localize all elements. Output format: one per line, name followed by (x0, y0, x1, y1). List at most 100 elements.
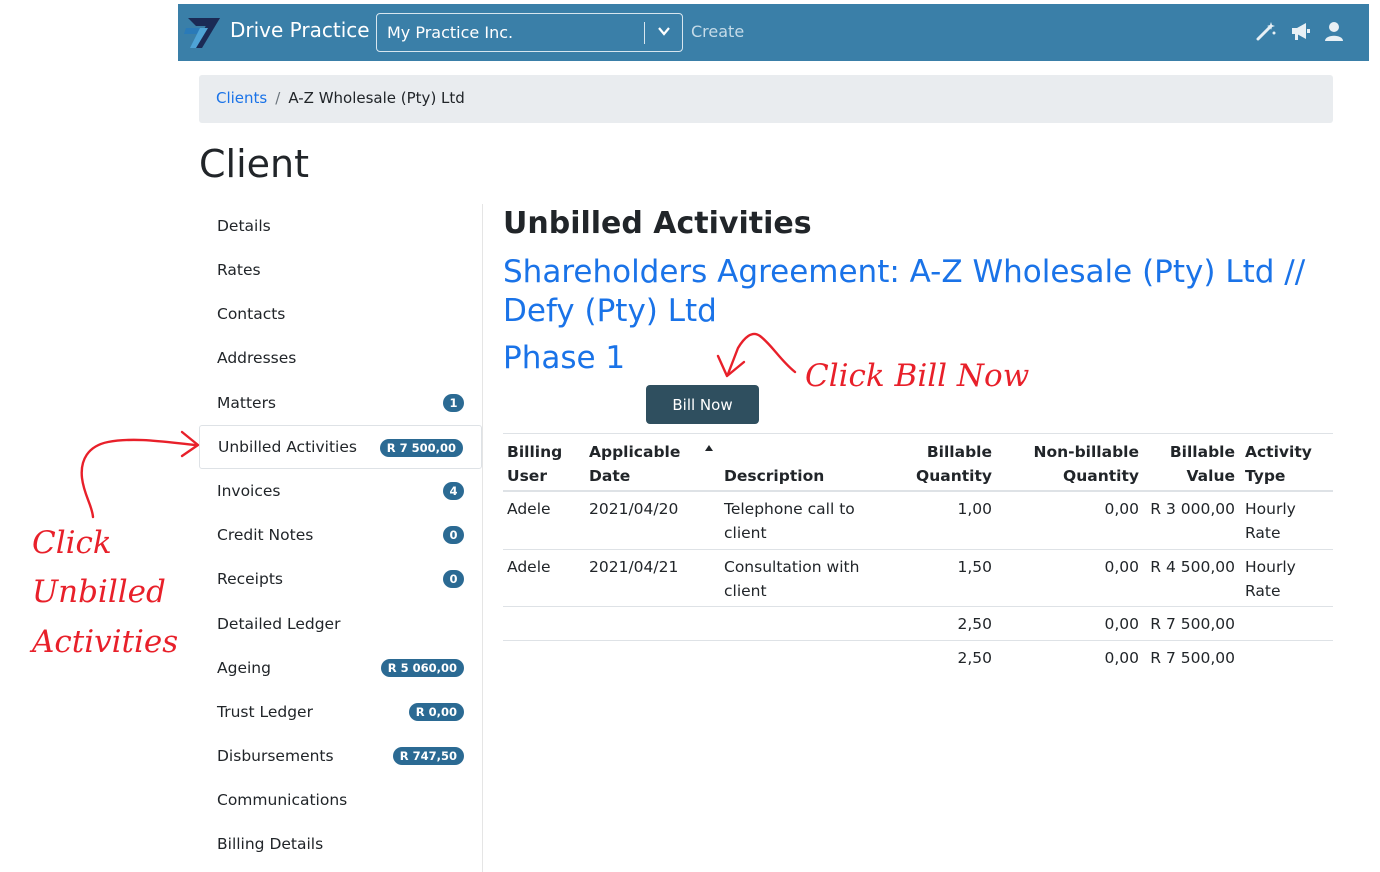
sidebar-item-detailed-ledger[interactable]: Detailed Ledger (199, 602, 482, 646)
header-line: Activity (1245, 443, 1312, 461)
cell-line: Rate (1245, 524, 1281, 542)
column-header-description[interactable]: Description (724, 464, 824, 488)
sidebar-item-label: Credit Notes (217, 526, 314, 544)
table-top-border (503, 433, 1333, 434)
sort-ascending-icon[interactable] (704, 444, 714, 452)
column-header-applicable-date[interactable]: Applicable Date (589, 440, 680, 488)
bill-now-button[interactable]: Bill Now (646, 385, 759, 424)
sidebar-item-label: Unbilled Activities (218, 438, 357, 456)
sidebar-item-label: Detailed Ledger (217, 615, 341, 633)
header-line: Type (1245, 467, 1286, 485)
cell-billable-quantity: 1,00 (957, 500, 992, 518)
cell-line: Telephone call to (724, 500, 855, 518)
table-header-divider (503, 490, 1333, 492)
cell-description: Telephone call to client (724, 497, 855, 545)
sidebar-item-details[interactable]: Details (199, 204, 482, 248)
matter-link[interactable]: Shareholders Agreement: A-Z Wholesale (P… (503, 253, 1333, 331)
practice-select-value: My Practice Inc. (387, 23, 514, 42)
subtotal-billable-quantity: 2,50 (957, 615, 992, 633)
cell-line: client (724, 524, 767, 542)
cell-line: client (724, 582, 767, 600)
page-title: Client (199, 142, 310, 186)
subtotal-billable-value: R 7 500,00 (1150, 615, 1235, 633)
cell-activity-type: Hourly Rate (1245, 497, 1296, 545)
column-header-billable-value[interactable]: Billable Value (1143, 440, 1235, 488)
header-line: Non-billable (1033, 443, 1139, 461)
sidebar-item-label: Ageing (217, 659, 271, 677)
sidebar-item-label: Disbursements (217, 747, 334, 765)
header-line: Quantity (1063, 467, 1139, 485)
total-non-billable-quantity: 0,00 (1104, 649, 1139, 667)
sidebar-item-label: Invoices (217, 482, 281, 500)
practice-select[interactable]: My Practice Inc. (376, 13, 683, 52)
sidebar-item-label: Contacts (217, 305, 286, 323)
header-line: User (507, 467, 547, 485)
cell-line: Rate (1245, 582, 1281, 600)
cell-billing-user: Adele (507, 558, 551, 576)
brand-name[interactable]: Drive Practice (230, 18, 370, 42)
sidebar-item-invoices[interactable]: Invoices 4 (199, 469, 482, 513)
cell-billing-user: Adele (507, 500, 551, 518)
sidebar-item-addresses[interactable]: Addresses (199, 336, 482, 380)
count-badge: 0 (443, 526, 464, 544)
sidebar-item-label: Receipts (217, 570, 283, 588)
header-line: Value (1186, 467, 1235, 485)
count-badge: 0 (443, 570, 464, 588)
amount-badge: R 747,50 (392, 747, 464, 765)
cell-billable-value: R 4 500,00 (1150, 558, 1235, 576)
breadcrumb: Clients / A-Z Wholesale (Pty) Ltd (199, 75, 1333, 123)
phase-link[interactable]: Phase 1 (503, 340, 625, 376)
sidebar-item-disbursements[interactable]: Disbursements R 747,50 (199, 734, 482, 778)
sidebar-item-contacts[interactable]: Contacts (199, 292, 482, 336)
sidebar-item-billing-details[interactable]: Billing Details (199, 822, 482, 866)
sidebar-item-label: Details (217, 217, 271, 235)
sidebar-item-label: Trust Ledger (217, 703, 313, 721)
annotation-click-unbilled-line: Activities (32, 624, 179, 660)
column-header-billing-user[interactable]: Billing User (507, 440, 562, 488)
header-line: Applicable (589, 443, 681, 461)
unbilled-activities-arrow-icon (80, 438, 197, 519)
top-navbar: Drive Practice My Practice Inc. Create (178, 4, 1369, 61)
sidebar-item-trust-ledger[interactable]: Trust Ledger R 0,00 (199, 690, 482, 734)
sidebar-item-credit-notes[interactable]: Credit Notes 0 (199, 513, 482, 557)
sidebar-item-receipts[interactable]: Receipts 0 (199, 557, 482, 601)
sidebar-item-ageing[interactable]: Ageing R 5 060,00 (199, 646, 482, 690)
count-badge: 1 (443, 394, 464, 412)
create-link[interactable]: Create (691, 22, 744, 41)
megaphone-icon[interactable] (1289, 20, 1311, 42)
sidebar-item-rates[interactable]: Rates (199, 248, 482, 292)
cell-applicable-date: 2021/04/21 (589, 558, 679, 576)
section-title: Unbilled Activities (503, 206, 812, 241)
header-line: Billing (507, 443, 563, 461)
user-icon[interactable] (1323, 20, 1345, 42)
column-header-activity-type[interactable]: Activity Type (1245, 440, 1312, 488)
sidebar-item-label: Communications (217, 791, 348, 809)
sidebar-item-unbilled-activities[interactable]: Unbilled Activities R 7 500,00 (199, 425, 482, 469)
sidebar-item-communications[interactable]: Communications (199, 778, 482, 822)
table-row-divider (503, 640, 1333, 641)
annotation-click-unbilled-line: Click (32, 525, 112, 561)
subtotal-non-billable-quantity: 0,00 (1104, 615, 1139, 633)
header-line: Billable (1169, 443, 1235, 461)
breadcrumb-clients-link[interactable]: Clients (216, 89, 267, 107)
column-header-non-billable-quantity[interactable]: Non-billable Quantity (1023, 440, 1139, 488)
count-badge: 4 (443, 482, 464, 500)
sidebar-item-matters[interactable]: Matters 1 (199, 381, 482, 425)
magic-wand-icon[interactable] (1255, 20, 1277, 42)
drive-practice-logo-icon[interactable] (184, 14, 222, 50)
amount-badge: R 5 060,00 (380, 659, 464, 677)
header-line: Quantity (916, 467, 992, 485)
bill-now-arrow-icon (726, 332, 797, 376)
cell-billable-value: R 3 000,00 (1150, 500, 1235, 518)
chevron-down-icon[interactable] (657, 24, 671, 38)
sidebar-item-label: Billing Details (217, 835, 324, 853)
breadcrumb-current: A-Z Wholesale (Pty) Ltd (288, 89, 465, 107)
column-header-billable-quantity[interactable]: Billable Quantity (892, 440, 992, 488)
amount-badge: R 0,00 (408, 703, 464, 721)
header-line: Date (589, 467, 631, 485)
select-separator (644, 22, 645, 44)
amount-badge: R 7 500,00 (379, 439, 463, 457)
client-sidebar-nav: Details Rates Contacts Addresses Matters… (199, 204, 483, 872)
cell-non-billable-quantity: 0,00 (1104, 500, 1139, 518)
annotation-click-unbilled-line: Unbilled (32, 574, 166, 610)
